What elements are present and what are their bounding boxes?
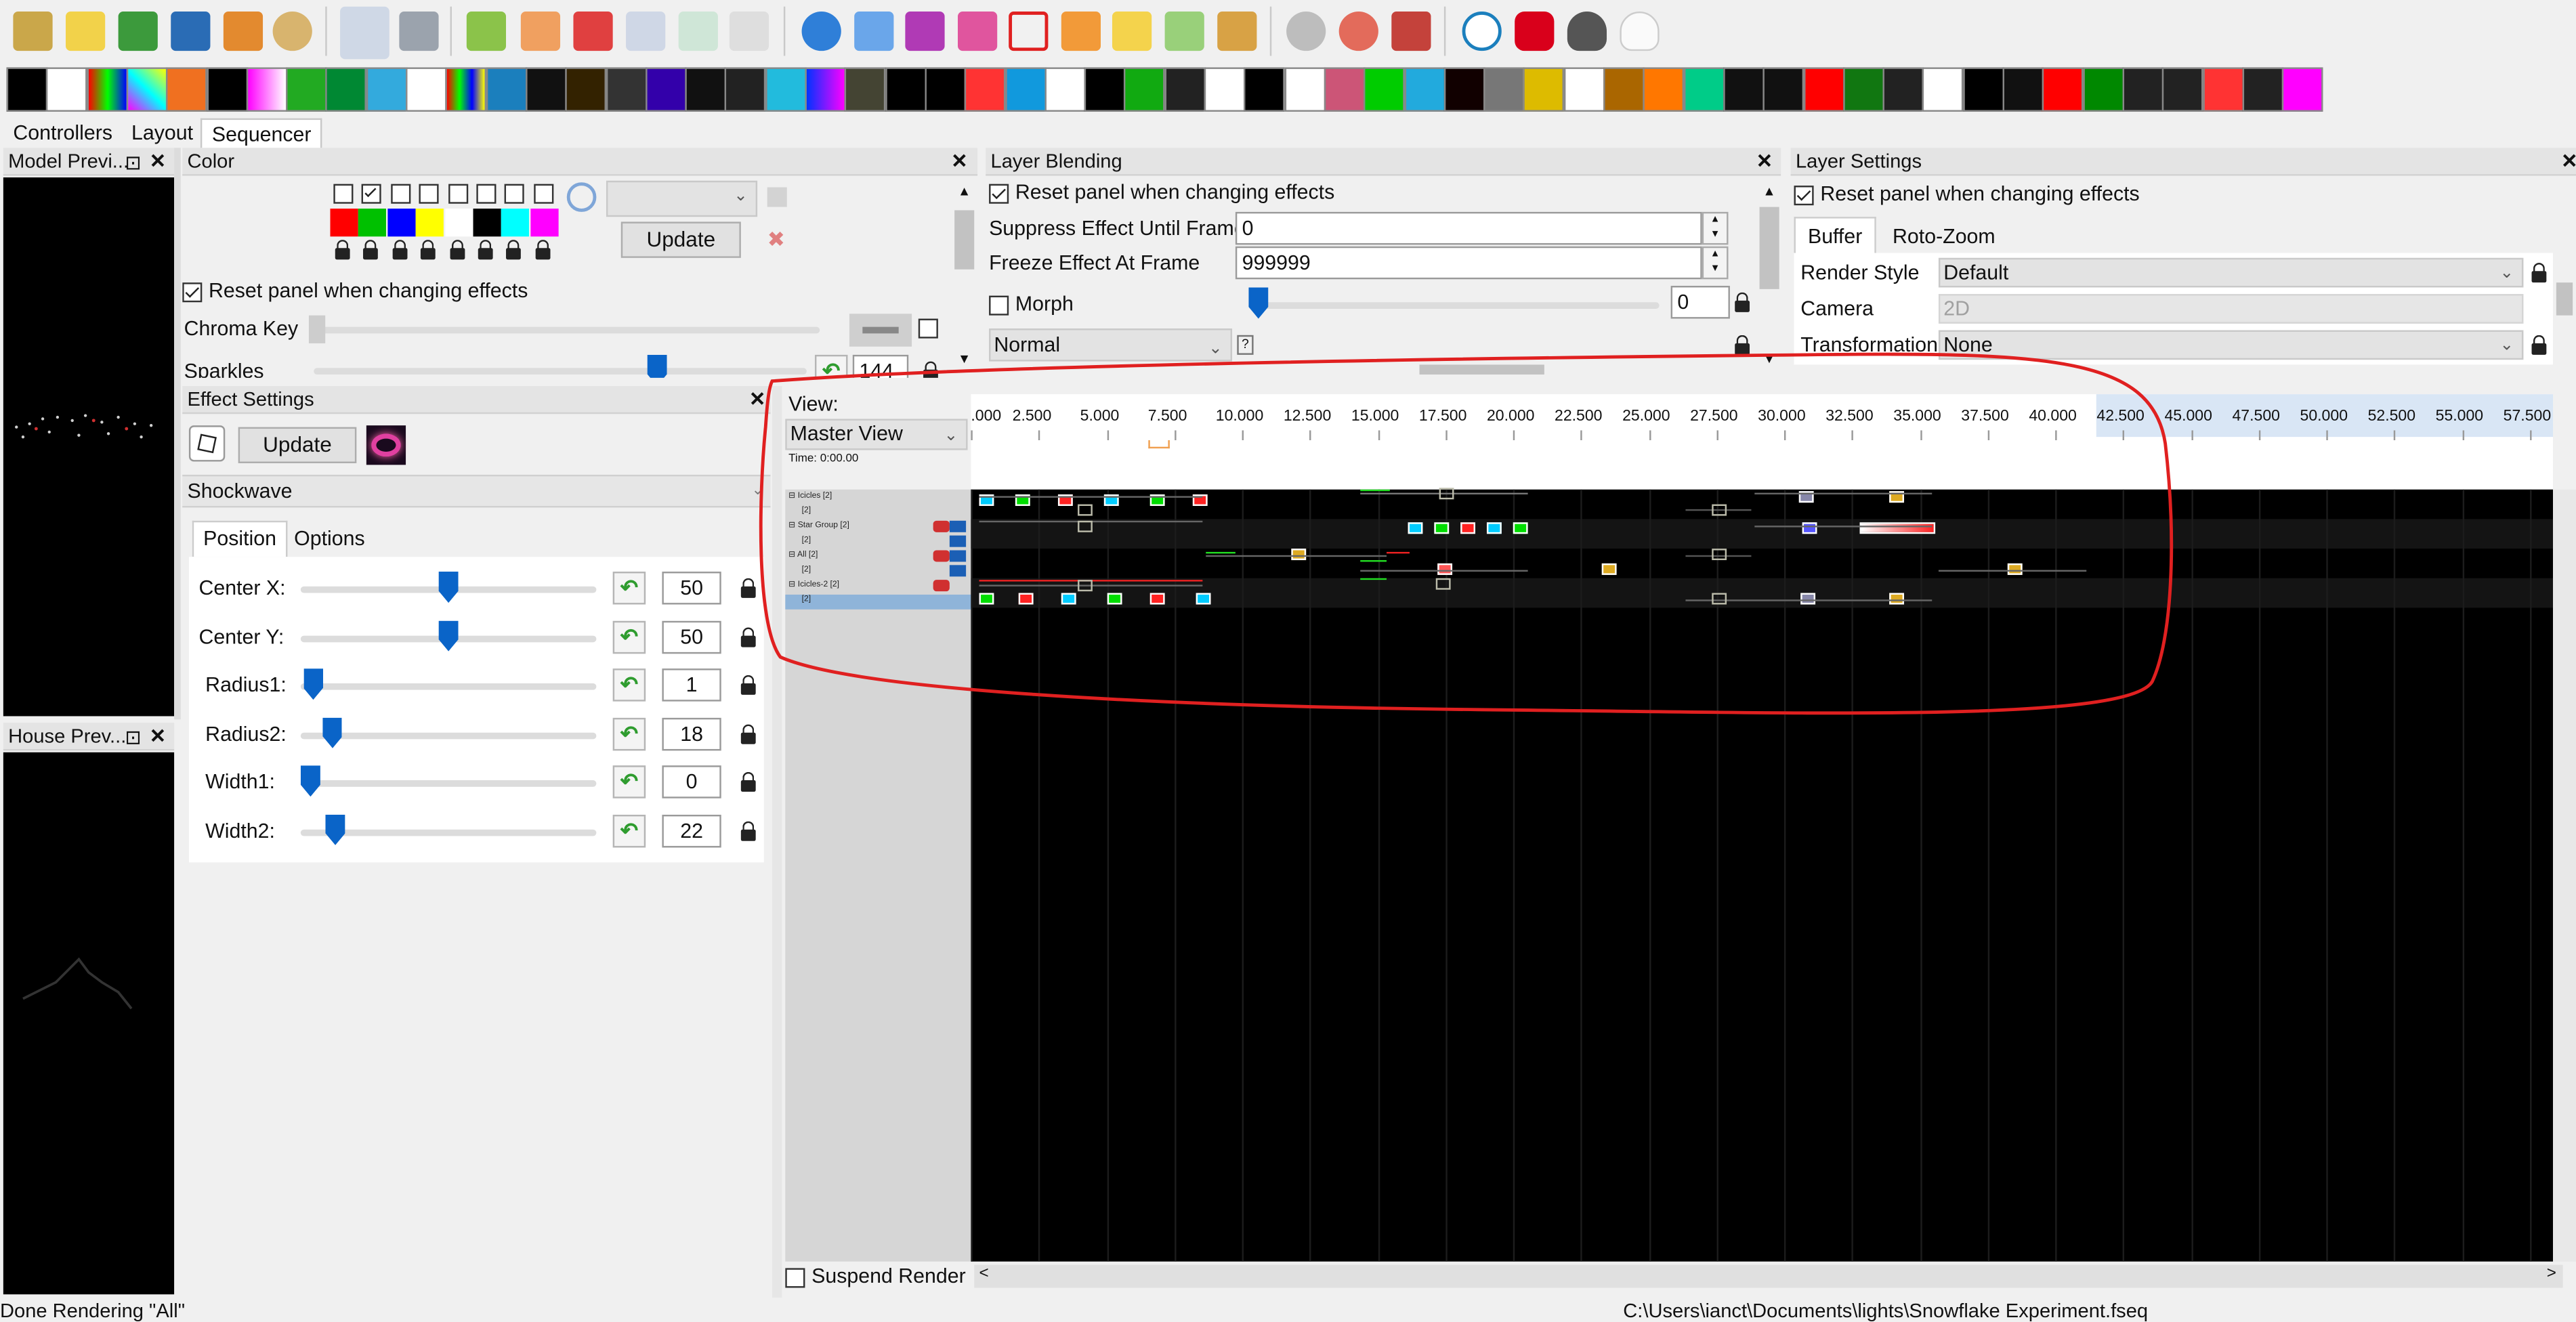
status-right: C:\Users\ianct\Documents\lights\Snowflak… — [1623, 1299, 2149, 1322]
status-left: Done Rendering "All" — [0, 1299, 186, 1322]
red-annotation-circle — [759, 352, 2174, 715]
